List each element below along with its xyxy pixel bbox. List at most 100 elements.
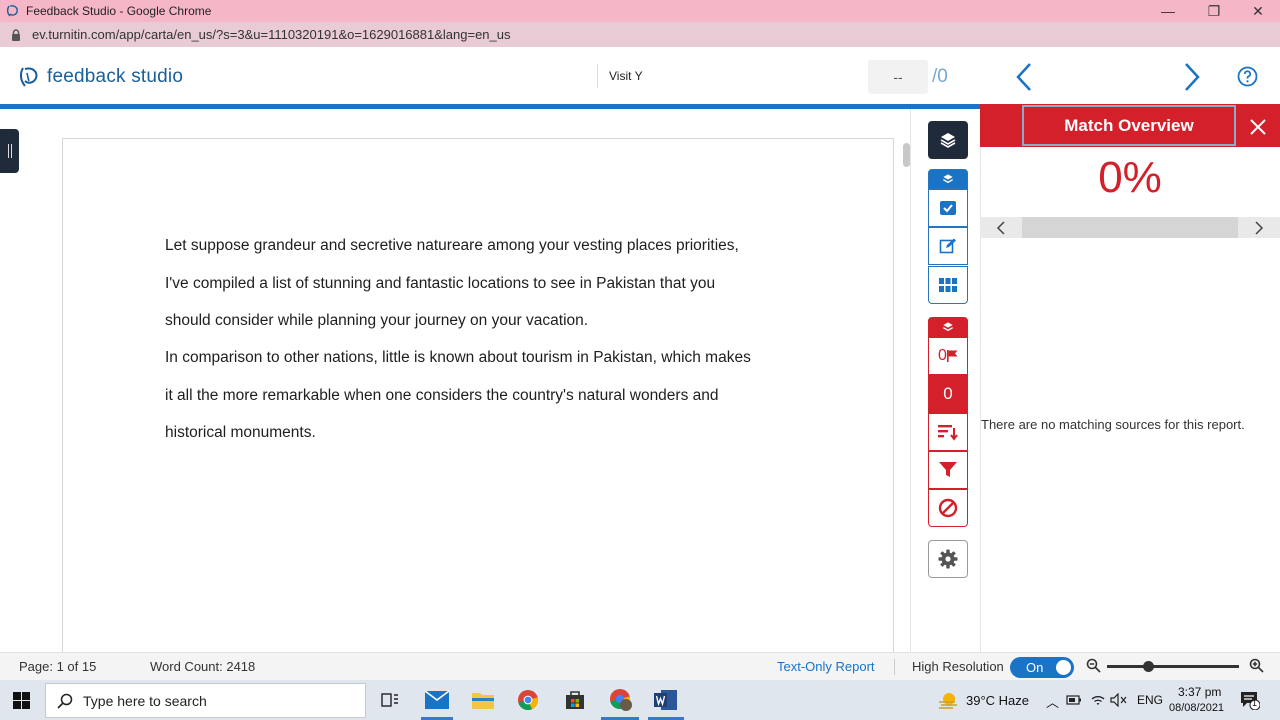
toggle-knob — [1056, 660, 1071, 675]
word-icon[interactable] — [652, 686, 680, 714]
chrome-icon[interactable] — [514, 686, 542, 714]
header-divider — [597, 64, 598, 88]
weather-text[interactable]: 39°C Haze — [966, 693, 1029, 708]
status-bar: Page: 1 of 15 Word Count: 2418 Text-Only… — [0, 652, 1280, 680]
help-icon[interactable] — [1237, 66, 1258, 87]
wifi-icon[interactable] — [1090, 693, 1106, 707]
lock-icon — [12, 28, 20, 41]
browser-title-bar: Feedback Studio - Google Chrome — ❐ ✕ — [0, 0, 1280, 22]
brand-logo[interactable]: feedback studio — [18, 65, 183, 89]
checkbox-icon — [940, 201, 956, 215]
windows-start-icon[interactable] — [13, 692, 30, 709]
store-icon[interactable] — [561, 686, 589, 714]
windows-taskbar: Type here to search 39°C Haze ︿ ENG 3:37… — [0, 680, 1280, 720]
speaker-muted-icon[interactable] — [1110, 693, 1128, 707]
document-scrollbar[interactable] — [903, 143, 910, 167]
page-indicator: Page: 1 of 15 — [19, 659, 97, 674]
close-icon[interactable] — [1247, 116, 1269, 138]
header-accent-rule — [0, 104, 980, 109]
address-bar[interactable]: ev.turnitin.com/app/carta/en_us/?s=3&u=1… — [0, 22, 1280, 47]
taskbar-search-box[interactable]: Type here to search — [45, 683, 366, 718]
clock-time[interactable]: 3:37 pm — [1178, 685, 1221, 699]
flag-icon — [946, 350, 958, 362]
flags-button[interactable]: 0 — [928, 337, 968, 375]
battery-icon[interactable] — [1066, 694, 1082, 706]
match-overview-button[interactable]: 0 — [928, 375, 968, 413]
sort-sources-icon — [938, 425, 958, 441]
filter-button[interactable] — [928, 451, 968, 489]
text-line: I've compiled a list of stunning and fan… — [165, 274, 716, 292]
file-explorer-icon[interactable] — [469, 686, 497, 714]
document-title: Visit Y — [609, 69, 643, 83]
close-window-button[interactable]: ✕ — [1235, 0, 1280, 22]
carousel-next-button[interactable] — [1238, 217, 1280, 238]
layers-button[interactable] — [928, 121, 968, 159]
zoom-slider-track[interactable] — [1107, 665, 1239, 668]
checkbox-tool-button[interactable] — [928, 189, 968, 227]
text-line: In comparison to other nations, little i… — [165, 349, 751, 366]
window-title: Feedback Studio - Google Chrome — [26, 4, 212, 18]
source-carousel[interactable] — [980, 217, 1280, 238]
brand-name: feedback studio — [47, 66, 184, 87]
url-text[interactable]: ev.turnitin.com/app/carta/en_us/?s=3&u=1… — [32, 27, 511, 42]
filter-icon — [939, 462, 957, 477]
notification-count: 1 — [1252, 698, 1258, 708]
minimize-button[interactable]: — — [1145, 0, 1191, 22]
zoom-in-icon[interactable] — [1249, 658, 1264, 673]
toggle-state: On — [1026, 660, 1044, 675]
text-only-report-link[interactable]: Text-Only Report — [777, 659, 875, 674]
word-count: Word Count: 2418 — [150, 659, 256, 674]
chrome-profile-icon[interactable] — [607, 686, 635, 714]
clock-date[interactable]: 08/08/2021 — [1169, 702, 1224, 714]
text-line: should consider while planning your jour… — [165, 312, 589, 329]
carousel-prev-button[interactable] — [980, 217, 1022, 238]
status-divider — [894, 659, 895, 675]
grip-icon — [7, 144, 12, 158]
zoom-slider-thumb[interactable] — [1143, 661, 1154, 672]
chevron-left-icon — [996, 220, 1005, 235]
side-panel-toggle[interactable] — [0, 129, 19, 173]
previous-paper-icon[interactable] — [1012, 61, 1036, 93]
high-resolution-label: High Resolution — [912, 659, 1004, 674]
text-line: Let suppose grandeur and secretive natur… — [165, 237, 739, 254]
flag-count: 0 — [938, 347, 947, 364]
chevron-right-icon — [1255, 220, 1264, 235]
text-line: historical monuments. — [165, 424, 316, 441]
mail-icon[interactable] — [423, 686, 451, 714]
language-indicator[interactable]: ENG — [1137, 693, 1163, 707]
zoom-out-icon[interactable] — [1086, 658, 1101, 673]
layers-icon — [943, 322, 953, 332]
all-sources-button[interactable] — [928, 413, 968, 451]
gear-icon — [938, 549, 958, 569]
paragraph-2: In comparison to other nations, little i… — [165, 339, 805, 452]
excluded-sources-button[interactable] — [928, 489, 968, 527]
turnitin-logo-icon — [19, 67, 38, 87]
settings-button[interactable] — [928, 540, 968, 578]
similarity-layer-header[interactable] — [928, 317, 968, 337]
edit-icon — [939, 238, 956, 254]
page-total: /0 — [932, 66, 948, 87]
grid-icon — [939, 278, 957, 292]
layers-icon — [943, 174, 953, 184]
no-matches-message: There are no matching sources for this r… — [981, 417, 1245, 432]
search-placeholder: Type here to search — [83, 692, 207, 709]
page-number-input[interactable]: -- — [868, 60, 928, 94]
paragraph-1: Let suppose grandeur and secretive natur… — [165, 227, 805, 340]
similarity-percent: 0% — [1098, 153, 1162, 202]
chevron-up-icon[interactable]: ︿ — [1046, 692, 1059, 711]
text-line: it all the more remarkable when one cons… — [165, 386, 719, 404]
search-icon — [57, 693, 73, 709]
app-header: feedback studio Visit Y -- /0 — [0, 47, 1280, 104]
layers-icon — [940, 133, 956, 148]
rubric-tool-button[interactable] — [928, 266, 968, 304]
grading-layer-header[interactable] — [928, 169, 968, 189]
restore-button[interactable]: ❐ — [1191, 0, 1237, 22]
task-view-icon[interactable] — [376, 686, 404, 714]
next-paper-icon[interactable] — [1180, 61, 1204, 93]
high-resolution-toggle[interactable]: On — [1010, 657, 1074, 678]
edit-tool-button[interactable] — [928, 227, 968, 265]
weather-haze-icon[interactable] — [938, 691, 958, 709]
block-icon — [938, 498, 958, 518]
match-overview-title: Match Overview — [1022, 105, 1236, 146]
feedback-studio-tab-icon — [6, 5, 18, 17]
